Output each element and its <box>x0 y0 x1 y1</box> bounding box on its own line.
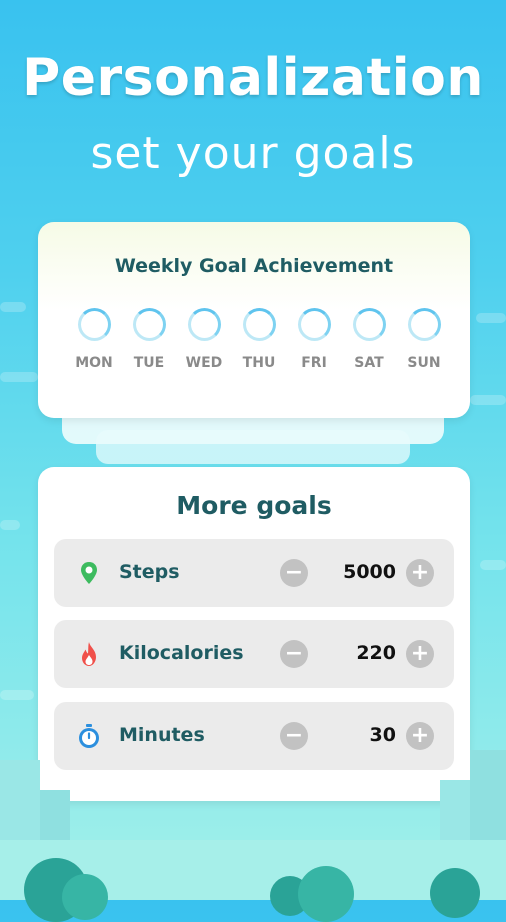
day-sun[interactable]: SUN <box>399 308 449 371</box>
day-thu[interactable]: THU <box>234 308 284 371</box>
goal-value: 30 <box>369 724 396 746</box>
progress-ring-icon <box>132 308 166 341</box>
progress-ring-icon <box>407 308 441 341</box>
background-stripe <box>480 560 506 570</box>
background-stripe <box>0 302 26 312</box>
progress-ring-icon <box>187 308 221 341</box>
goal-value: 220 <box>356 642 396 664</box>
increase-kilocalories-button[interactable]: + <box>406 640 434 668</box>
day-label: WED <box>185 355 223 371</box>
background-stripe <box>470 395 506 405</box>
tree-shape <box>430 868 480 918</box>
day-label: SAT <box>354 355 384 371</box>
day-mon[interactable]: MON <box>69 308 119 371</box>
page-subtitle: set your goals <box>90 128 416 179</box>
day-label: TUE <box>133 355 165 371</box>
background-stripe <box>0 372 38 382</box>
decrease-minutes-button[interactable]: − <box>280 722 308 750</box>
increase-steps-button[interactable]: + <box>406 559 434 587</box>
decrease-steps-button[interactable]: − <box>280 559 308 587</box>
goal-label: Kilocalories <box>119 642 244 664</box>
background-stripe <box>0 690 34 700</box>
flame-icon <box>82 642 96 666</box>
page-title: Personalization <box>22 48 484 108</box>
goal-row-kilocalories: Kilocalories − 220 + <box>54 620 454 688</box>
more-goals-card: More goals Steps − 5000 + Kilocalories −… <box>38 467 470 801</box>
goal-value: 5000 <box>343 561 396 583</box>
increase-minutes-button[interactable]: + <box>406 722 434 750</box>
location-pin-icon <box>81 562 97 584</box>
progress-ring-icon <box>352 308 386 341</box>
day-wed[interactable]: WED <box>179 308 229 371</box>
weekly-goal-card: Weekly Goal Achievement MON TUE WED THU … <box>38 222 470 418</box>
tree-shape <box>62 874 108 920</box>
day-label: MON <box>75 355 113 371</box>
stopwatch-icon <box>79 724 99 748</box>
progress-ring-icon <box>297 308 331 341</box>
goal-label: Minutes <box>119 724 205 746</box>
day-label: SUN <box>407 355 441 371</box>
background-stripe <box>0 520 20 530</box>
goal-row-minutes: Minutes − 30 + <box>54 702 454 770</box>
day-label: THU <box>242 355 276 371</box>
progress-ring-icon <box>242 308 276 341</box>
weekly-goal-title: Weekly Goal Achievement <box>114 255 394 277</box>
tree-shape <box>298 866 354 922</box>
day-sat[interactable]: SAT <box>344 308 394 371</box>
goal-row-steps: Steps − 5000 + <box>54 539 454 607</box>
background-stripe <box>476 313 506 323</box>
more-goals-title: More goals <box>176 491 332 520</box>
progress-ring-icon <box>77 308 111 341</box>
goal-label: Steps <box>119 561 180 583</box>
decrease-kilocalories-button[interactable]: − <box>280 640 308 668</box>
day-fri[interactable]: FRI <box>289 308 339 371</box>
day-tue[interactable]: TUE <box>124 308 174 371</box>
day-label: FRI <box>301 355 327 371</box>
